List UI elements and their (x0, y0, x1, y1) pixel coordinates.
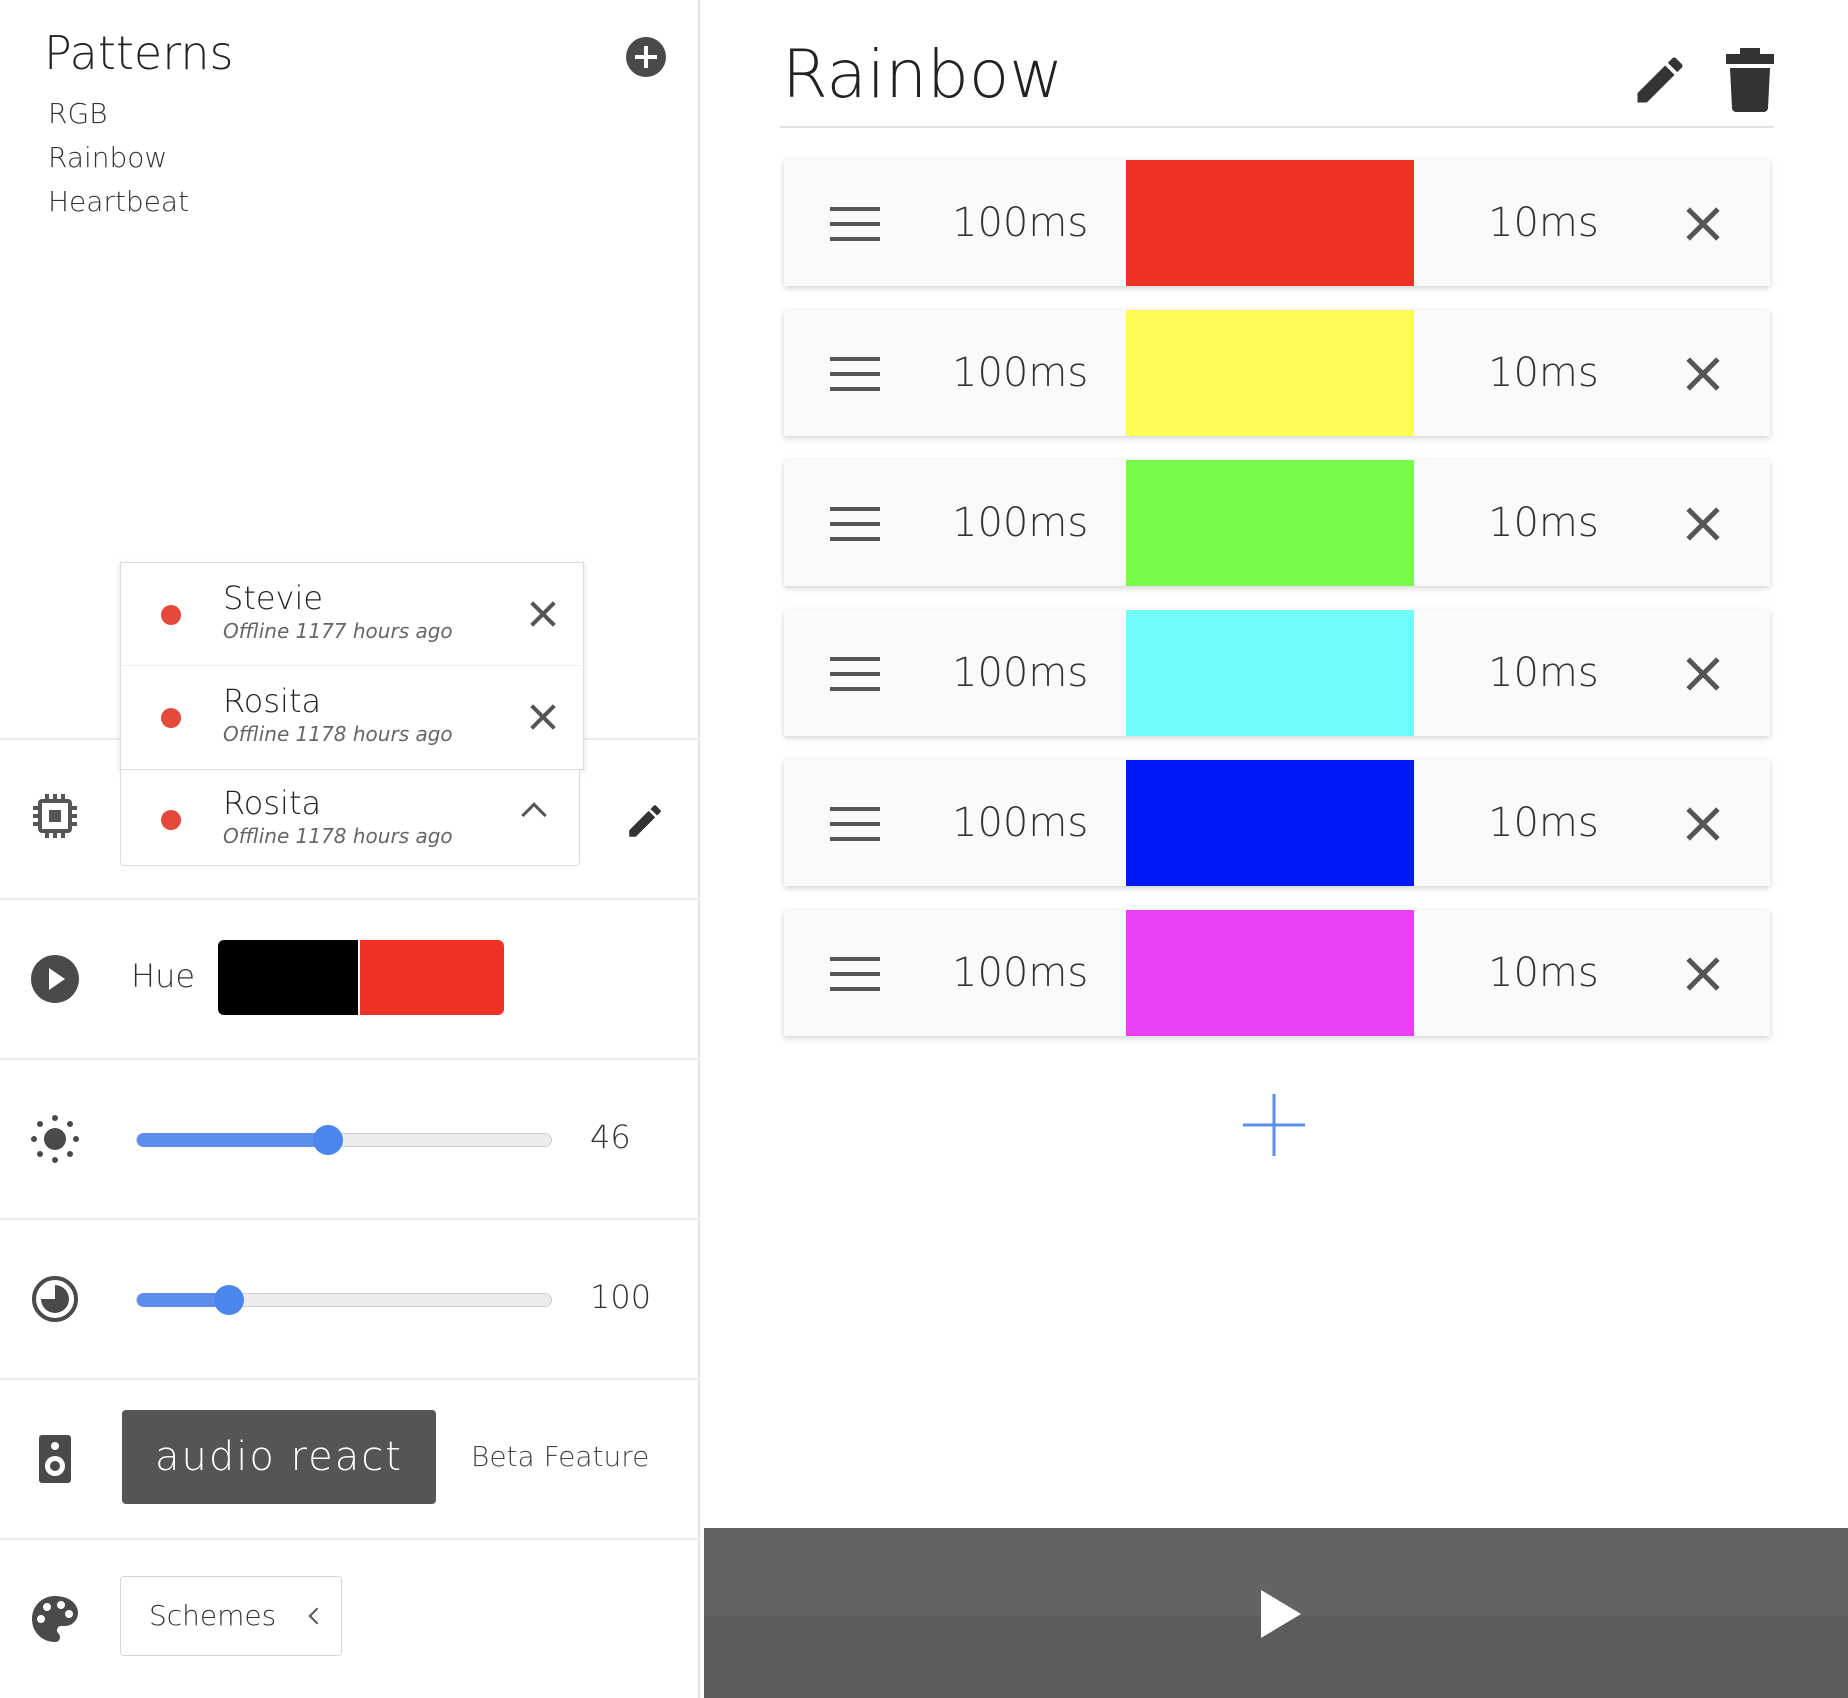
drag-handle-icon[interactable] (830, 807, 880, 841)
add-pattern-icon[interactable] (626, 37, 666, 77)
step-transition[interactable]: 10ms (1488, 200, 1599, 246)
play-bar (704, 1528, 1848, 1698)
step-transition[interactable]: 10ms (1488, 650, 1599, 696)
play-circle-icon[interactable] (30, 954, 80, 1004)
speed-row: 100 (0, 1218, 700, 1378)
remove-step-close-icon[interactable] (1685, 506, 1721, 542)
timer-icon (32, 1276, 78, 1322)
add-step-plus-icon[interactable] (1243, 1094, 1305, 1156)
step-row[interactable]: 100ms 10ms (784, 160, 1770, 286)
chip-icon (33, 794, 77, 838)
step-transition[interactable]: 10ms (1488, 500, 1599, 546)
step-row[interactable]: 100ms 10ms (784, 310, 1770, 436)
play-icon[interactable] (1261, 1590, 1301, 1638)
pattern-title: Rainbow (782, 36, 1064, 113)
brightness-slider[interactable] (136, 1125, 552, 1155)
remove-step-close-icon[interactable] (1685, 356, 1721, 392)
schemes-row (0, 1538, 700, 1698)
brightness-slider-fill (137, 1133, 328, 1147)
drag-handle-icon[interactable] (830, 207, 880, 241)
step-color-swatch[interactable] (1126, 310, 1414, 436)
selected-device-name: Rosita (223, 784, 322, 822)
title-divider (780, 126, 1774, 128)
step-duration[interactable]: 100ms (952, 200, 1112, 246)
palette-icon (32, 1596, 78, 1642)
sidebar: Patterns RGB Rainbow Heartbeat Stevie Of… (0, 0, 700, 1698)
pattern-item[interactable]: Rainbow (48, 136, 189, 180)
device-option[interactable]: Stevie Offline 1177 hours ago (121, 563, 585, 665)
step-transition[interactable]: 10ms (1488, 800, 1599, 846)
brightness-row: 46 (0, 1058, 700, 1218)
speaker-icon (39, 1435, 71, 1483)
device-option[interactable]: Rosita Offline 1178 hours ago (121, 665, 585, 767)
trash-icon[interactable] (1726, 48, 1774, 112)
step-duration[interactable]: 100ms (952, 800, 1112, 846)
edit-pattern-icon[interactable] (1630, 50, 1690, 110)
drag-handle-icon[interactable] (830, 657, 880, 691)
step-row[interactable]: 100ms 10ms (784, 910, 1770, 1036)
chevron-up-icon[interactable] (521, 802, 547, 828)
device-dropdown-list: Stevie Offline 1177 hours ago Rosita Off… (120, 562, 585, 770)
step-row[interactable]: 100ms 10ms (784, 610, 1770, 736)
remove-step-close-icon[interactable] (1685, 656, 1721, 692)
brightness-value: 46 (590, 1118, 631, 1156)
device-select[interactable]: Rosita Offline 1178 hours ago (120, 770, 580, 866)
status-dot (161, 708, 181, 728)
speed-slider-handle[interactable] (214, 1285, 244, 1315)
step-row[interactable]: 100ms 10ms (784, 460, 1770, 586)
step-transition[interactable]: 10ms (1488, 950, 1599, 996)
step-color-swatch[interactable] (1126, 910, 1414, 1036)
device-name: Rosita (223, 682, 322, 720)
schemes-button[interactable]: Schemes (120, 1576, 342, 1656)
device-name: Stevie (223, 579, 324, 617)
pencil-icon[interactable] (624, 800, 666, 842)
speed-value: 100 (590, 1278, 652, 1316)
device-status: Offline 1177 hours ago (223, 619, 453, 643)
step-color-swatch[interactable] (1126, 160, 1414, 286)
step-color-swatch[interactable] (1126, 460, 1414, 586)
step-row[interactable]: 100ms 10ms (784, 760, 1770, 886)
status-dot (161, 810, 181, 830)
pattern-item[interactable]: Heartbeat (48, 180, 189, 224)
step-duration[interactable]: 100ms (952, 650, 1112, 696)
step-color-swatch[interactable] (1126, 610, 1414, 736)
step-duration[interactable]: 100ms (952, 500, 1112, 546)
schemes-label: Schemes (149, 1599, 277, 1632)
chevron-left-icon (308, 1607, 326, 1625)
remove-step-close-icon[interactable] (1685, 806, 1721, 842)
hue-color-start[interactable] (218, 940, 358, 1015)
step-color-swatch[interactable] (1126, 760, 1414, 886)
hue-label: Hue (131, 957, 196, 995)
pattern-list: RGB Rainbow Heartbeat (48, 92, 189, 224)
drag-handle-icon[interactable] (830, 507, 880, 541)
speed-slider[interactable] (136, 1285, 552, 1315)
hue-color-end[interactable] (360, 940, 504, 1015)
pattern-item[interactable]: RGB (48, 92, 189, 136)
drag-handle-icon[interactable] (830, 957, 880, 991)
beta-feature-label: Beta Feature (471, 1440, 650, 1473)
device-status: Offline 1178 hours ago (223, 722, 453, 746)
step-duration[interactable]: 100ms (952, 350, 1112, 396)
brightness-icon (31, 1115, 79, 1163)
status-dot (161, 605, 181, 625)
audio-react-button[interactable]: audio react (122, 1410, 436, 1504)
selected-device-status: Offline 1178 hours ago (223, 824, 453, 848)
patterns-heading: Patterns (44, 26, 234, 80)
brightness-slider-handle[interactable] (313, 1125, 343, 1155)
remove-device-icon[interactable] (528, 702, 558, 732)
remove-device-icon[interactable] (528, 599, 558, 629)
remove-step-close-icon[interactable] (1685, 206, 1721, 242)
remove-step-close-icon[interactable] (1685, 956, 1721, 992)
step-duration[interactable]: 100ms (952, 950, 1112, 996)
step-transition[interactable]: 10ms (1488, 350, 1599, 396)
drag-handle-icon[interactable] (830, 357, 880, 391)
